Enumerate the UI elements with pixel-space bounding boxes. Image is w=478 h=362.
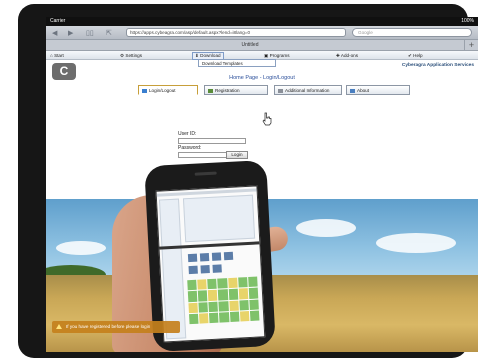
tablet-screen: Carrier 100% ◀ ▶ ▯▯ ⇱ https://apps.cybea… [46,17,478,352]
login-icon [142,88,147,93]
page-title: Home Page - Login/Logout [229,75,295,81]
home-icon: ⌂ [50,53,53,58]
password-label: Password: [178,145,202,151]
browser-tab-bar: Untitled + [46,40,478,51]
tab-login-logout[interactable]: Login/Logout [138,85,198,95]
tab-registration[interactable]: Registration [204,85,268,95]
calendar-cell [227,277,238,289]
about-icon [350,88,355,93]
phone-thumbnail [223,251,234,261]
calendar-cell [208,289,218,301]
cloud [56,241,106,255]
info-icon [278,88,283,93]
menu-item-addons[interactable]: ✚ Add-ons [336,53,358,59]
calendar-cell [218,300,229,312]
calendar-cell [247,276,258,288]
hand-cursor-icon [262,112,272,126]
gear-icon: ⚙ [120,53,125,58]
calendar-cell [207,278,218,290]
calendar-cell [198,301,209,313]
tab-additional-information[interactable]: Additional Information [274,85,342,95]
calendar-cell [219,311,230,323]
bookmarks-icon[interactable]: ▯▯ [86,29,94,37]
help-icon: ✔ [408,53,412,58]
calendar-cell [199,312,209,324]
browser-toolbar: ◀ ▶ ▯▯ ⇱ https://apps.cybeagra.com/asp/d… [46,26,478,40]
phone-sidebar [158,198,187,340]
toast-message: If you have registered before please log… [66,324,151,329]
calendar-cell [228,300,239,311]
phone-content [182,194,256,243]
battery-label: 100% [461,18,474,24]
calendar-cell [189,313,199,325]
calendar-cell [229,311,240,323]
calendar-cell [217,278,228,289]
user-id-field[interactable] [178,138,246,144]
download-templates-menu-item[interactable]: Download Templates [198,59,276,67]
phone-thumbnail [211,252,222,261]
calendar-cell [248,287,259,299]
calendar-cell [209,312,219,324]
browser-tab-title[interactable]: Untitled [46,42,454,48]
share-icon[interactable]: ⇱ [106,29,112,37]
phone-speaker [194,171,217,176]
cloud [376,233,456,253]
cloud [296,219,356,237]
calendar-cell [239,310,250,322]
download-icon: ⬇ [195,53,199,58]
page-tabs: Login/Logout Registration Additional Inf… [138,85,410,96]
phone-thumbnail [200,265,210,274]
menu-item-settings[interactable]: ⚙ Settings [120,53,142,59]
phone-screen [155,185,266,343]
phone-thumbnail [187,253,198,263]
url-input[interactable]: https://apps.cybeagra.com/asp/default.as… [126,28,346,37]
calendar-cell [238,288,249,300]
calendar-cell [218,289,228,301]
phone-thumbnail [199,253,210,262]
calendar-cell [249,310,260,321]
calendar-cell [239,299,249,311]
new-tab-button[interactable]: + [464,40,478,51]
back-arrow-icon[interactable]: ◀ [52,29,57,37]
status-bar: Carrier 100% [46,17,478,26]
calendar-cell [237,277,248,288]
tab-about[interactable]: About [346,85,410,95]
calendar-cell [228,288,238,300]
calendar-cell [197,290,208,302]
phone-thumbnail [212,264,222,273]
calendar-cell [208,301,219,312]
forward-arrow-icon[interactable]: ▶ [68,29,73,37]
service-name: Cyberagra Application Services [401,63,474,68]
calendar-cell [187,279,197,291]
puzzle-icon: ✚ [336,53,340,58]
registration-icon [208,88,213,93]
menu-item-start[interactable]: ⌂ Start [50,53,64,58]
user-id-label: User ID: [178,131,197,137]
carrier-label: Carrier [50,18,66,24]
programs-icon: ▣ [264,53,269,58]
tablet-frame: Carrier 100% ◀ ▶ ▯▯ ⇱ https://apps.cybea… [18,4,478,358]
warning-icon [56,324,62,329]
calendar-cell [187,290,198,302]
login-hint-toast[interactable]: If you have registered before please log… [52,321,180,333]
menu-item-help[interactable]: ✔ Help [408,53,423,59]
login-button[interactable]: Login [226,151,248,159]
calendar-cell [249,299,259,310]
search-input[interactable]: Google [352,28,472,37]
calendar-cell [188,302,199,313]
phone-calendar-grid [187,276,260,325]
phone-thumbnail [188,265,198,275]
calendar-cell [197,279,208,290]
